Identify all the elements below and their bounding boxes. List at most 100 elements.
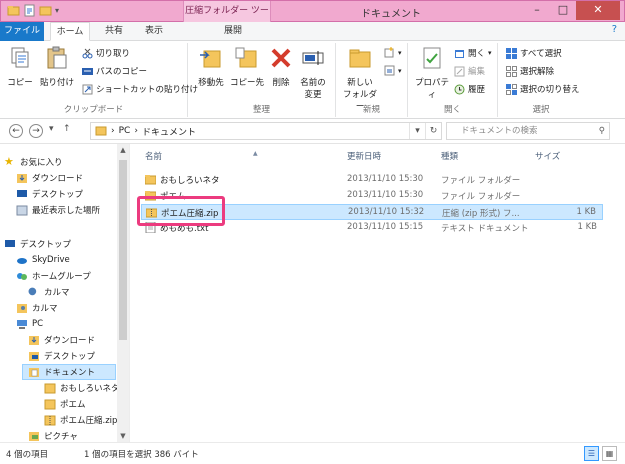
recent-places-icon	[16, 205, 28, 216]
search-input[interactable]: ドキュメントの検索 ⚲	[446, 122, 610, 140]
nav-fav-recent-label: 最近表示した場所	[32, 206, 101, 216]
breadcrumb-pc[interactable]: PC	[119, 126, 131, 136]
select-none-button[interactable]: 選択解除	[506, 65, 554, 77]
address-bar[interactable]: › PC › ドキュメント ▾ ↻	[90, 122, 442, 140]
column-header-name[interactable]: 名前 ▲	[145, 150, 345, 166]
select-all-label: すべて選択	[520, 49, 562, 59]
properties-icon[interactable]	[23, 4, 36, 17]
minimize-button[interactable]: –	[524, 1, 550, 20]
file-name: おもしろいネタ	[160, 176, 220, 186]
nav-favorites[interactable]: ★ お気に入り	[4, 154, 63, 170]
maximize-button[interactable]: □	[550, 1, 576, 20]
nav-fav-download[interactable]: ダウンロード	[16, 170, 83, 186]
nav-doc-omoshiro[interactable]: おもしろいネタ	[44, 380, 120, 396]
breadcrumb-documents[interactable]: ドキュメント	[142, 125, 196, 138]
nav-skydrive[interactable]: SkyDrive	[16, 252, 70, 268]
new-folder-button[interactable]: 新しい フォルダー	[342, 45, 378, 112]
nav-doc-poem[interactable]: ポエム	[44, 396, 86, 412]
nav-pc[interactable]: PC	[16, 316, 43, 332]
nav-pc-label: PC	[32, 319, 44, 329]
nav-scrollbar-thumb[interactable]	[119, 160, 127, 340]
history-icon	[454, 84, 465, 94]
nav-pc-documents-label: ドキュメント	[44, 368, 96, 378]
tab-extract[interactable]: 展開	[208, 22, 258, 41]
nav-pc-desktop-label: デスクトップ	[44, 352, 96, 362]
file-row[interactable]: おもしろいネタ 2013/11/10 15:30 ファイル フォルダー	[141, 172, 603, 188]
delete-label: 削除	[272, 78, 290, 88]
large-icons-view-button[interactable]: ▦	[602, 446, 617, 461]
status-bar: 4 個の項目 1 個の項目を選択 386 バイト ☰ ▦	[0, 442, 625, 464]
properties-button[interactable]: プロパティ	[412, 45, 452, 100]
paste-button[interactable]: 貼り付け	[40, 45, 74, 88]
column-header-type[interactable]: 種類	[441, 150, 521, 166]
tab-file[interactable]: ファイル	[0, 22, 44, 41]
cut-label: 切り取り	[96, 49, 131, 59]
search-placeholder: ドキュメントの検索	[461, 126, 538, 136]
select-all-button[interactable]: すべて選択	[506, 47, 562, 59]
file-type: テキスト ドキュメント	[441, 224, 529, 234]
back-button[interactable]: ←	[9, 124, 23, 138]
new-folder-icon	[349, 49, 371, 68]
nav-fav-recent[interactable]: 最近表示した場所	[16, 202, 100, 218]
scroll-up-icon[interactable]: ▲	[117, 144, 129, 156]
search-icon[interactable]: ⚲	[599, 123, 605, 139]
file-type: ファイル フォルダー	[441, 192, 521, 202]
nav-homegroup[interactable]: ホームグループ	[16, 268, 91, 284]
new-item-button[interactable]: ▾	[384, 47, 402, 58]
cut-button[interactable]: 切り取り	[82, 47, 130, 59]
properties-label: プロパティ	[414, 78, 449, 100]
nav-desktop[interactable]: デスクトップ	[4, 236, 71, 252]
breadcrumb-separator-icon: ›	[134, 126, 138, 136]
file-date: 2013/11/10 15:30	[347, 190, 424, 200]
nav-homegroup-user[interactable]: ● カルマ	[28, 284, 70, 300]
folder-icon	[145, 175, 156, 185]
edit-label: 編集	[468, 67, 486, 77]
recent-locations-icon[interactable]: ▾	[49, 124, 54, 134]
invert-selection-button[interactable]: 選択の切り替え	[506, 83, 580, 95]
tab-home[interactable]: ホーム	[50, 22, 90, 41]
rename-button[interactable]: 名前の 変更	[296, 45, 330, 100]
open-button[interactable]: 開く ▾	[454, 47, 492, 59]
customize-qat-icon[interactable]: ▾	[55, 6, 59, 15]
address-history-icon[interactable]: ▾	[409, 123, 425, 139]
paste-shortcut-button[interactable]: ショートカットの貼り付け	[82, 83, 198, 95]
nav-doc-zip[interactable]: ポエム圧縮.zip	[44, 412, 117, 428]
tab-share[interactable]: 共有	[96, 22, 132, 41]
properties-icon	[423, 47, 441, 69]
history-button[interactable]: 履歴	[454, 83, 485, 95]
delete-button[interactable]: 削除	[268, 45, 294, 88]
refresh-icon[interactable]: ↻	[425, 123, 441, 139]
forward-button[interactable]: →	[29, 124, 43, 138]
nav-user-label: カルマ	[32, 304, 58, 314]
column-header-size[interactable]: サイズ	[535, 150, 595, 166]
tab-view[interactable]: 表示	[136, 22, 172, 41]
folder-icon	[7, 6, 20, 16]
column-header-date[interactable]: 更新日時	[347, 150, 427, 166]
nav-user[interactable]: カルマ	[16, 300, 58, 316]
documents-folder-icon	[29, 368, 39, 377]
up-arrow-icon[interactable]: ↑	[63, 124, 71, 134]
copy-to-button[interactable]: コピー先	[230, 45, 264, 88]
cloud-icon	[17, 258, 27, 264]
new-folder-icon[interactable]	[39, 4, 52, 17]
nav-pc-desktop[interactable]: デスクトップ	[28, 348, 95, 364]
nav-scrollbar[interactable]: ▲ ▼	[117, 144, 129, 442]
edit-button[interactable]: 編集	[454, 65, 485, 77]
file-list-pane: 名前 ▲ 更新日時 種類 サイズ おもしろいネタ 2013/11/10 15:3…	[131, 144, 625, 442]
nav-pc-download-label: ダウンロード	[44, 336, 96, 346]
clipboard-group-label: クリップボード	[63, 105, 124, 115]
close-button[interactable]: ✕	[576, 1, 620, 20]
nav-doc-omoshiro-label: おもしろいネタ	[60, 384, 120, 394]
easy-access-button[interactable]: ▾	[384, 65, 402, 76]
help-icon[interactable]: ?	[612, 24, 617, 35]
nav-pc-documents[interactable]: ドキュメント	[22, 364, 116, 380]
copy-to-icon	[235, 47, 257, 68]
copy-path-button[interactable]: パスのコピー	[82, 65, 147, 77]
move-to-button[interactable]: 移動先	[194, 45, 228, 88]
copy-button[interactable]: コピー	[6, 45, 34, 88]
details-view-button[interactable]: ☰	[584, 446, 599, 461]
nav-fav-desktop[interactable]: デスクトップ	[16, 186, 83, 202]
nav-pc-download[interactable]: ダウンロード	[28, 332, 95, 348]
scroll-down-icon[interactable]: ▼	[117, 430, 129, 442]
nav-pc-pictures[interactable]: ピクチャ	[28, 428, 78, 442]
